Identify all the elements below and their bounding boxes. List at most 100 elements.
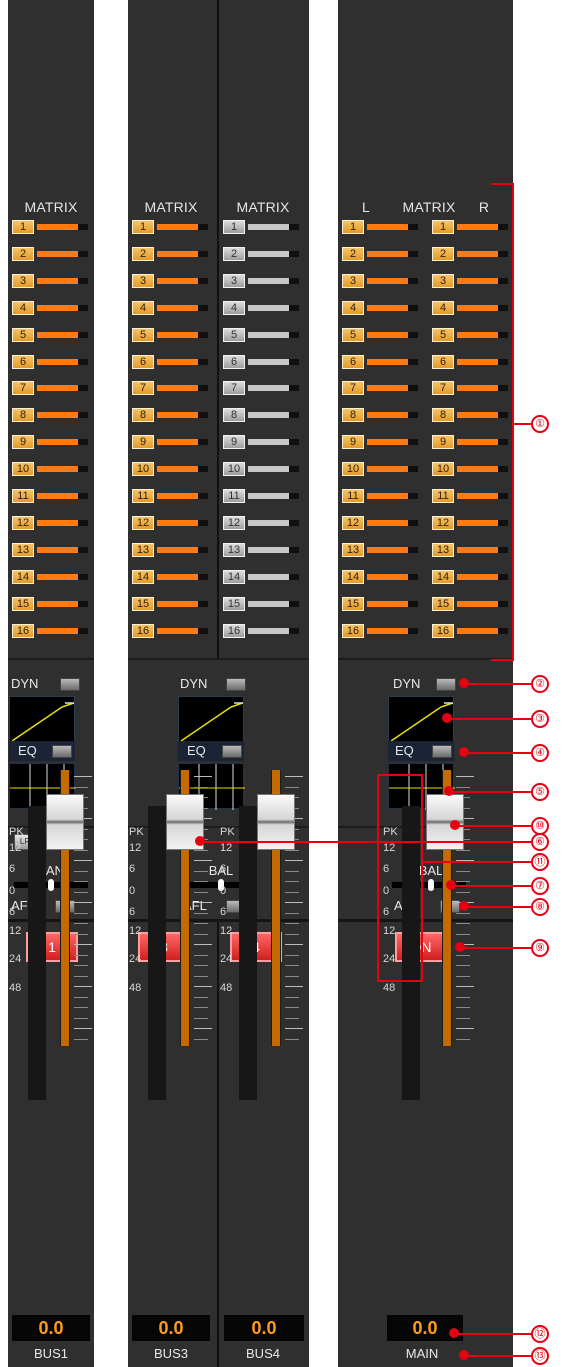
matrix-send-level[interactable] [157, 412, 208, 419]
matrix-send-button[interactable]: 10 [12, 462, 34, 477]
matrix-send-level[interactable] [37, 466, 88, 473]
matrix-send-button[interactable]: 12 [12, 515, 34, 530]
dyn-curve-graph[interactable] [178, 696, 244, 742]
matrix-send-button[interactable]: 15 [342, 596, 364, 611]
matrix-send-button[interactable]: 7 [342, 381, 364, 396]
matrix-send-level[interactable] [367, 466, 418, 473]
matrix-send-button[interactable]: 16 [223, 623, 245, 638]
matrix-send-level[interactable] [157, 600, 208, 607]
matrix-send-button[interactable]: 6 [432, 354, 454, 369]
matrix-send-level[interactable] [248, 385, 299, 392]
matrix-send-button[interactable]: 8 [132, 408, 154, 423]
matrix-send-button[interactable]: 14 [12, 569, 34, 584]
matrix-send-button[interactable]: 3 [342, 273, 364, 288]
matrix-send-level[interactable] [248, 573, 299, 580]
matrix-send-button[interactable]: 3 [12, 273, 34, 288]
matrix-send-level[interactable] [457, 493, 508, 499]
matrix-send-level[interactable] [457, 304, 508, 311]
matrix-send-button[interactable]: 16 [132, 623, 154, 638]
matrix-send-button[interactable]: 13 [132, 542, 154, 557]
matrix-send-button[interactable]: 15 [223, 596, 245, 611]
dyn-curve-graph[interactable] [9, 696, 75, 742]
dyn-on-button[interactable] [60, 678, 80, 691]
matrix-send-button[interactable]: 6 [223, 354, 245, 369]
matrix-send-button[interactable]: 12 [223, 515, 245, 530]
matrix-send-button[interactable]: 14 [223, 569, 245, 584]
matrix-send-button[interactable]: 13 [432, 542, 454, 557]
matrix-send-level[interactable] [37, 412, 88, 419]
matrix-send-level[interactable] [157, 277, 208, 284]
matrix-send-level[interactable] [157, 519, 208, 526]
eq-on-button[interactable] [432, 745, 452, 758]
matrix-send-level[interactable] [248, 627, 299, 634]
matrix-send-button[interactable]: 7 [223, 381, 245, 396]
matrix-send-level[interactable] [37, 277, 88, 284]
matrix-send-level[interactable] [457, 600, 508, 607]
matrix-send-button[interactable]: 5 [12, 327, 34, 342]
matrix-send-button[interactable]: 8 [432, 408, 454, 423]
matrix-send-button[interactable]: 4 [223, 300, 245, 315]
matrix-send-button[interactable]: 1 [342, 220, 364, 234]
matrix-send-level[interactable] [37, 519, 88, 526]
matrix-send-button[interactable]: 15 [432, 596, 454, 611]
matrix-send-level[interactable] [37, 573, 88, 580]
matrix-send-level[interactable] [367, 493, 418, 499]
matrix-send-button[interactable]: 9 [223, 435, 245, 450]
matrix-send-button[interactable]: 11 [342, 489, 364, 503]
matrix-send-level[interactable] [457, 412, 508, 419]
matrix-send-button[interactable]: 2 [342, 246, 364, 261]
matrix-send-level[interactable] [367, 600, 418, 607]
matrix-send-button[interactable]: 3 [223, 273, 245, 288]
pan-knob[interactable] [48, 879, 54, 891]
matrix-send-level[interactable] [37, 493, 88, 499]
matrix-send-level[interactable] [367, 546, 418, 553]
matrix-send-level[interactable] [457, 277, 508, 284]
matrix-send-button[interactable]: 1 [132, 220, 154, 234]
matrix-send-level[interactable] [457, 385, 508, 392]
matrix-send-button[interactable]: 15 [12, 596, 34, 611]
matrix-send-button[interactable]: 2 [12, 246, 34, 261]
matrix-send-level[interactable] [367, 224, 418, 230]
matrix-send-button[interactable]: 13 [223, 542, 245, 557]
matrix-send-level[interactable] [157, 493, 208, 499]
matrix-send-level[interactable] [248, 250, 299, 257]
matrix-send-button[interactable]: 13 [12, 542, 34, 557]
matrix-send-level[interactable] [457, 627, 508, 634]
matrix-send-level[interactable] [37, 546, 88, 553]
matrix-send-button[interactable]: 6 [342, 354, 364, 369]
matrix-send-level[interactable] [157, 224, 208, 230]
matrix-send-button[interactable]: 4 [12, 300, 34, 315]
matrix-send-button[interactable]: 9 [132, 435, 154, 450]
matrix-send-level[interactable] [457, 519, 508, 526]
matrix-send-button[interactable]: 9 [432, 435, 454, 450]
matrix-send-level[interactable] [367, 519, 418, 526]
matrix-send-button[interactable]: 8 [223, 408, 245, 423]
matrix-send-button[interactable]: 4 [342, 300, 364, 315]
matrix-send-button[interactable]: 9 [342, 435, 364, 450]
matrix-send-button[interactable]: 14 [132, 569, 154, 584]
matrix-send-level[interactable] [367, 358, 418, 365]
fader-knob[interactable] [46, 794, 84, 850]
matrix-send-button[interactable]: 13 [342, 542, 364, 557]
matrix-send-button[interactable]: 10 [132, 462, 154, 477]
dyn-on-button[interactable] [436, 678, 456, 691]
matrix-send-level[interactable] [37, 250, 88, 257]
balance-knob[interactable] [428, 879, 434, 891]
matrix-send-level[interactable] [457, 546, 508, 553]
matrix-send-button[interactable]: 12 [432, 515, 454, 530]
matrix-send-level[interactable] [37, 304, 88, 311]
matrix-send-button[interactable]: 11 [432, 489, 454, 503]
matrix-send-level[interactable] [457, 439, 508, 446]
matrix-send-level[interactable] [157, 304, 208, 311]
matrix-send-level[interactable] [37, 224, 88, 230]
matrix-send-level[interactable] [37, 627, 88, 634]
matrix-send-button[interactable]: 12 [342, 515, 364, 530]
matrix-send-button[interactable]: 4 [132, 300, 154, 315]
matrix-send-button[interactable]: 7 [132, 381, 154, 396]
matrix-send-level[interactable] [367, 304, 418, 311]
matrix-send-level[interactable] [248, 331, 299, 338]
matrix-send-button[interactable]: 11 [132, 489, 154, 503]
matrix-send-level[interactable] [37, 385, 88, 392]
matrix-send-level[interactable] [157, 358, 208, 365]
matrix-send-level[interactable] [248, 466, 299, 473]
